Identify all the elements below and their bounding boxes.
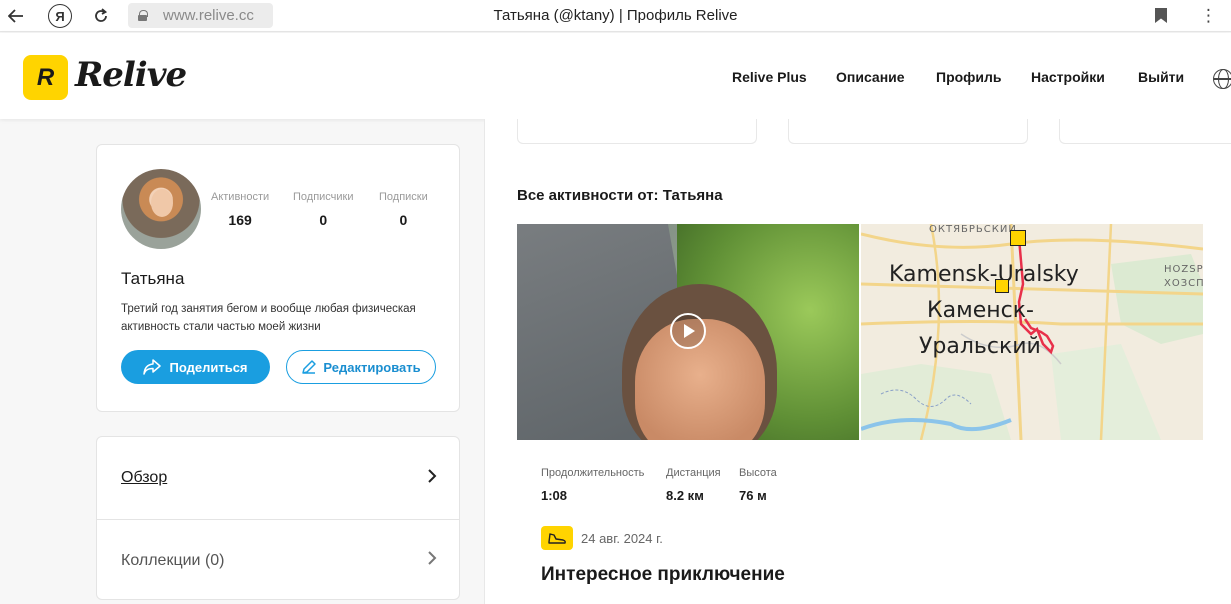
activities-heading: Все активности от: Татьяна bbox=[517, 187, 723, 204]
metric-value: 8.2 км bbox=[666, 488, 704, 503]
start-marker-icon bbox=[995, 279, 1009, 293]
activity-card[interactable]: ОКТЯБРЬСКИЙ Kamensk-Uralsky Каменск- Ура… bbox=[517, 224, 1203, 604]
share-button[interactable]: Поделиться bbox=[121, 350, 270, 384]
map-farm-cyrillic: ХОЗСПО bbox=[1164, 278, 1203, 289]
map-roads bbox=[861, 224, 1203, 440]
stat-followers[interactable]: Подписчики 0 bbox=[293, 191, 354, 228]
activity-title[interactable]: Интересное приключение bbox=[541, 564, 785, 586]
metric-elevation: Высота 76 м bbox=[739, 467, 777, 503]
browser-toolbar: Я www.relive.cc Татьяна (@ktany) | Профи… bbox=[0, 0, 1231, 32]
summary-card bbox=[788, 119, 1028, 144]
pencil-icon bbox=[302, 360, 317, 374]
running-shoe-icon bbox=[541, 526, 573, 550]
stat-value: 0 bbox=[399, 212, 408, 228]
metric-value: 76 м bbox=[739, 488, 767, 503]
edit-button[interactable]: Редактировать bbox=[286, 350, 436, 384]
share-icon bbox=[143, 359, 162, 375]
map-city-cyrillic-2: Уральский bbox=[919, 334, 1041, 359]
globe-icon[interactable] bbox=[1213, 69, 1231, 89]
map-city-cyrillic-1: Каменск- bbox=[927, 298, 1034, 323]
chevron-right-icon bbox=[427, 549, 437, 572]
menu-collections-label: Коллекции (0) bbox=[121, 552, 225, 570]
avatar[interactable] bbox=[121, 169, 201, 249]
map-city-latin: Kamensk-Uralsky bbox=[889, 262, 1079, 287]
metric-label: Продолжительность bbox=[541, 467, 645, 479]
profile-name: Татьяна bbox=[121, 269, 185, 288]
nav-settings[interactable]: Настройки bbox=[1031, 69, 1105, 85]
browser-page-title: Татьяна (@ktany) | Профиль Relive bbox=[493, 7, 738, 24]
collections-label: Коллекции bbox=[121, 551, 201, 569]
share-label: Поделиться bbox=[169, 359, 248, 375]
profile-menu: Обзор Коллекции (0) bbox=[96, 436, 460, 600]
stat-label: Подписки bbox=[379, 191, 428, 203]
profile-card: Активности 169 Подписчики 0 Подписки 0 Т… bbox=[96, 144, 460, 412]
metric-label: Высота bbox=[739, 467, 777, 479]
stat-label: Активности bbox=[211, 191, 270, 203]
profile-bio: Третий год занятия бегом и вообще любая … bbox=[121, 303, 416, 333]
stat-value: 0 bbox=[319, 212, 328, 228]
activity-video-thumbnail[interactable] bbox=[517, 224, 859, 440]
relive-logo-text[interactable]: Relive bbox=[75, 55, 187, 95]
finish-flag-icon bbox=[1010, 230, 1026, 246]
nav-profile[interactable]: Профиль bbox=[936, 69, 1002, 85]
relive-logo-mark[interactable]: R bbox=[23, 55, 68, 100]
metric-value: 1:08 bbox=[541, 488, 568, 503]
edit-label: Редактировать bbox=[323, 359, 421, 375]
stat-value: 169 bbox=[228, 212, 252, 228]
metric-label: Дистанция bbox=[666, 467, 721, 479]
menu-overview-label: Обзор bbox=[121, 469, 168, 486]
map-farm-latin: HOZSPO bbox=[1164, 264, 1203, 275]
stat-label: Подписчики bbox=[293, 191, 354, 203]
menu-collections[interactable]: Коллекции (0) bbox=[97, 519, 459, 599]
activity-route-map[interactable]: ОКТЯБРЬСКИЙ Kamensk-Uralsky Каменск- Ура… bbox=[861, 224, 1203, 440]
play-icon[interactable] bbox=[670, 313, 706, 349]
map-district-label: ОКТЯБРЬСКИЙ bbox=[929, 224, 1017, 235]
nav-description[interactable]: Описание bbox=[836, 69, 905, 85]
summary-card bbox=[517, 119, 757, 144]
metric-distance: Дистанция 8.2 км bbox=[666, 467, 721, 503]
avatar-face bbox=[151, 189, 173, 217]
nav-relive-plus[interactable]: Relive Plus bbox=[732, 69, 807, 85]
summary-card bbox=[1059, 119, 1231, 144]
activity-date: 24 авг. 2024 г. bbox=[581, 531, 663, 546]
chevron-right-icon bbox=[427, 467, 437, 490]
stat-following[interactable]: Подписки 0 bbox=[379, 191, 428, 228]
menu-overview[interactable]: Обзор bbox=[97, 437, 459, 519]
stat-activities[interactable]: Активности 169 bbox=[211, 191, 269, 228]
collections-count: (0) bbox=[204, 551, 225, 569]
more-vertical-icon[interactable]: ⋮ bbox=[1200, 6, 1217, 26]
site-header: R Relive Relive Plus Описание Профиль На… bbox=[0, 33, 1231, 119]
metric-duration: Продолжительность 1:08 bbox=[541, 467, 644, 503]
nav-logout[interactable]: Выйти bbox=[1138, 69, 1184, 85]
